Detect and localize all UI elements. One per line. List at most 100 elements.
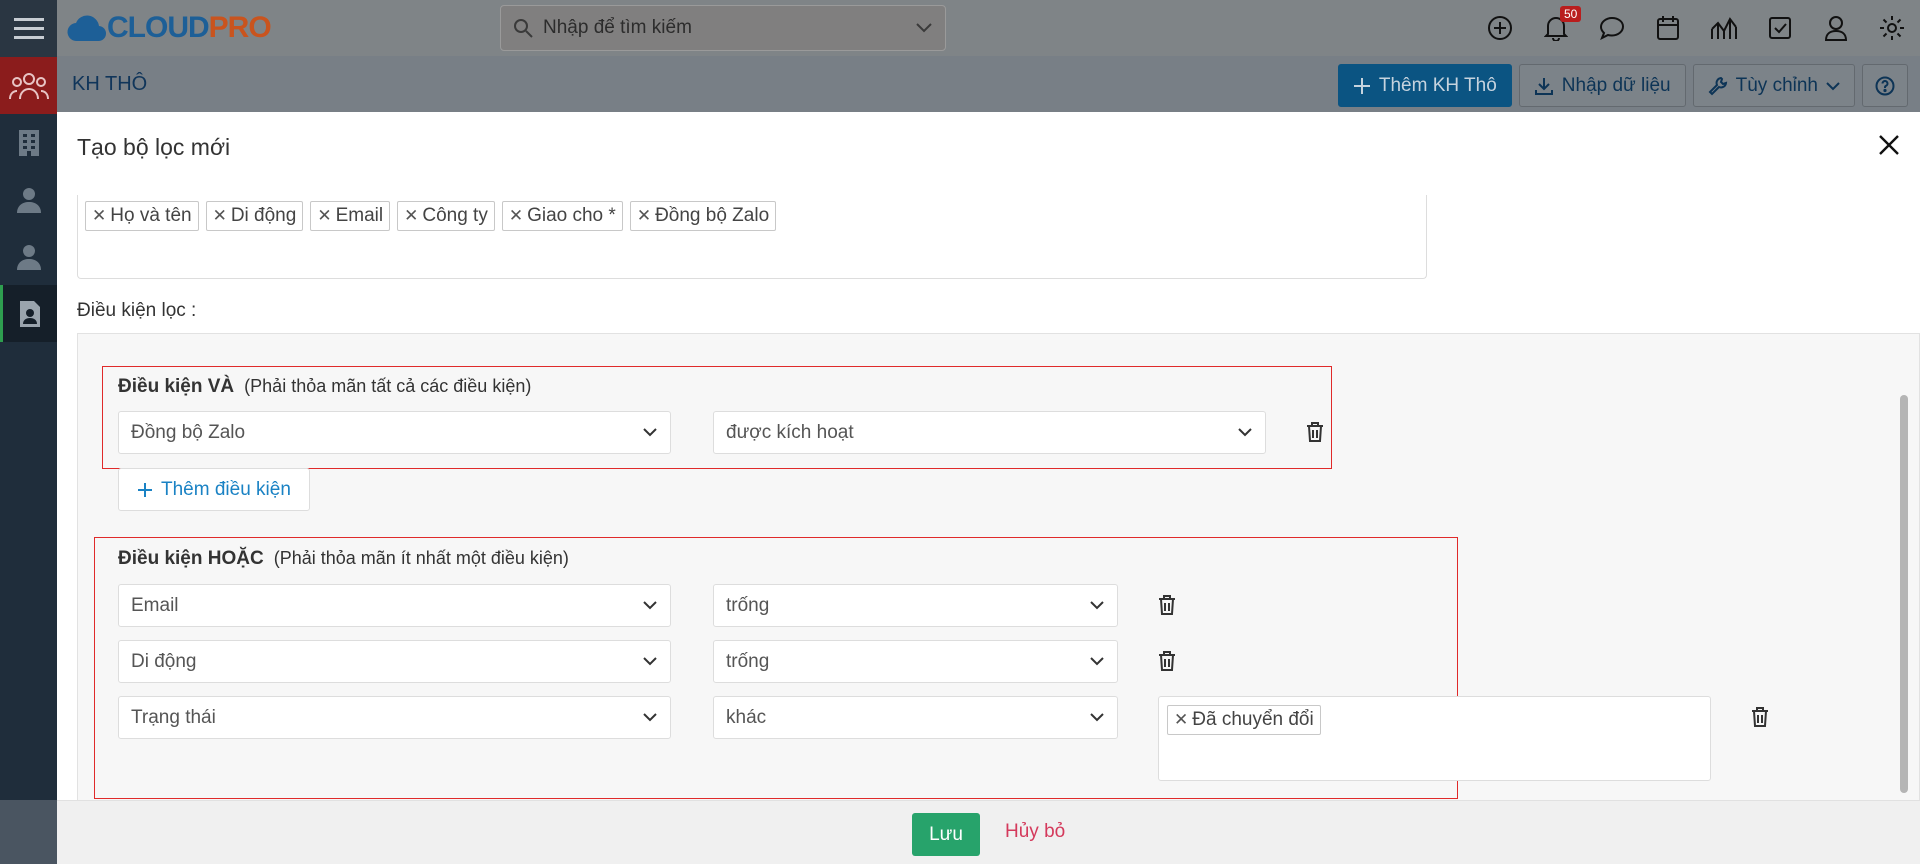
search-icon [514, 19, 533, 38]
or-field-select[interactable]: Email [118, 584, 671, 627]
or-field-select[interactable]: Trạng thái [118, 696, 671, 739]
chevron-down-icon[interactable] [915, 22, 933, 34]
trash-icon [1159, 595, 1175, 615]
close-icon [1879, 135, 1899, 155]
chevron-down-icon [1090, 601, 1104, 610]
chevron-down-icon [1826, 81, 1840, 90]
contact-icon [16, 187, 41, 213]
close-modal-button[interactable] [1878, 134, 1900, 162]
customize-button[interactable]: Tùy chỉnh [1692, 64, 1855, 107]
trash-icon [1307, 422, 1323, 442]
building-icon [18, 129, 39, 156]
help-icon [1875, 76, 1895, 95]
delete-condition-button[interactable] [1158, 595, 1176, 621]
hamburger-menu-button[interactable] [0, 0, 57, 57]
calendar-icon [1657, 16, 1679, 40]
save-button[interactable]: Lưu [912, 813, 980, 856]
modal-body: ✕ Họ và tên ✕ Di động ✕ Email ✕ Công ty ✕ Gia… [57, 195, 1920, 800]
add-raw-customer-button[interactable]: Thêm KH Thô [1337, 64, 1512, 107]
remove-icon[interactable]: ✕ [92, 206, 106, 226]
chat-bubble-icon [1599, 16, 1625, 40]
or-group-title: Điều kiện HOẶC (Phải thỏa mãn ít nhất mộ… [118, 548, 569, 569]
gear-icon [1880, 16, 1904, 40]
profile-button[interactable] [1808, 0, 1864, 56]
modal-title: Tạo bộ lọc mới [77, 133, 231, 160]
chat-button[interactable] [1584, 0, 1640, 56]
sidebar-item-customers[interactable] [0, 57, 57, 114]
cloudpro-logo[interactable]: CLOUDPRO [67, 6, 272, 50]
reports-button[interactable] [1696, 0, 1752, 56]
checkbox-icon [1769, 17, 1791, 39]
users-group-icon [8, 72, 49, 99]
quick-create-button[interactable] [1472, 0, 1528, 56]
plus-icon [1353, 77, 1370, 94]
user-icon [1824, 16, 1848, 41]
remove-icon[interactable]: ✕ [317, 206, 331, 226]
column-chip[interactable]: ✕ Di động [205, 201, 304, 231]
top-toolbar: 50 [1472, 0, 1920, 56]
status-values-input[interactable]: ✕ Đã chuyển đổi [1158, 696, 1711, 781]
remove-icon[interactable]: ✕ [404, 206, 418, 226]
chevron-down-icon [643, 657, 657, 666]
delete-condition-button[interactable] [1306, 422, 1324, 448]
chevron-down-icon [1090, 657, 1104, 666]
remove-icon[interactable]: ✕ [637, 206, 651, 226]
user-icon [16, 244, 41, 270]
remove-icon[interactable]: ✕ [509, 206, 523, 226]
modal-header: Tạo bộ lọc mới [57, 112, 1920, 182]
value-chip[interactable]: ✕ Đã chuyển đổi [1167, 705, 1321, 735]
column-chip[interactable]: ✕ Công ty [397, 201, 495, 231]
sidebar-item-raw-customers[interactable] [0, 285, 57, 342]
modal-footer: Lưu Hủy bỏ [57, 800, 1920, 864]
notifications-button[interactable]: 50 [1528, 0, 1584, 56]
column-chip[interactable]: ✕ Họ và tên [85, 201, 199, 231]
delete-condition-button[interactable] [1158, 651, 1176, 677]
column-chip[interactable]: ✕ Email [310, 201, 391, 231]
plus-icon [138, 482, 152, 497]
module-actions: Thêm KH Thô Nhập dữ liệu Tùy chỉnh [1337, 64, 1908, 107]
logo-text: CLOUDPRO [107, 11, 272, 44]
global-search[interactable] [500, 5, 946, 51]
cancel-link[interactable]: Hủy bỏ [1005, 821, 1065, 843]
help-button[interactable] [1862, 64, 1908, 107]
delete-condition-button[interactable] [1751, 707, 1769, 733]
selected-columns-box[interactable]: ✕ Họ và tên ✕ Di động ✕ Email ✕ Công ty ✕ Gia… [77, 195, 1427, 279]
remove-icon[interactable]: ✕ [213, 206, 227, 226]
or-operator-select[interactable]: trống [713, 640, 1118, 683]
import-data-button[interactable]: Nhập dữ liệu [1518, 64, 1686, 107]
menu-icon [13, 17, 44, 39]
chart-line-icon [1711, 17, 1737, 39]
chevron-down-icon [643, 601, 657, 610]
and-field-select[interactable]: Đồng bộ Zalo [118, 411, 671, 454]
modal-scrollbar[interactable] [1900, 395, 1908, 793]
search-input[interactable] [543, 17, 915, 39]
trash-icon [1752, 707, 1768, 727]
and-group-title: Điều kiện VÀ (Phải thỏa mãn tất cả các đ… [118, 376, 532, 397]
notification-badge: 50 [1560, 6, 1582, 22]
chevron-down-icon [643, 713, 657, 722]
sidebar-item-contacts[interactable] [0, 171, 57, 228]
settings-button[interactable] [1864, 0, 1920, 56]
create-filter-modal: Tạo bộ lọc mới ✕ Họ và tên ✕ Di động ✕ Emai… [57, 112, 1920, 864]
add-condition-button[interactable]: Thêm điều kiện [118, 468, 310, 511]
chevron-down-icon [643, 428, 657, 437]
conditions-area: Điều kiện VÀ (Phải thỏa mãn tất cả các đ… [77, 333, 1920, 800]
page-title: KH THÔ [72, 73, 148, 95]
and-operator-select[interactable]: được kích hoạt [713, 411, 1266, 454]
sidebar-item-leads[interactable] [0, 228, 57, 285]
column-chip[interactable]: ✕ Đồng bộ Zalo [629, 201, 777, 231]
calendar-button[interactable] [1640, 0, 1696, 56]
remove-icon[interactable]: ✕ [1174, 710, 1188, 730]
sidebar-footer [0, 800, 57, 864]
wrench-icon [1708, 76, 1727, 95]
cloud-icon [67, 15, 107, 42]
download-icon [1534, 77, 1553, 95]
tasks-button[interactable] [1752, 0, 1808, 56]
or-field-select[interactable]: Di động [118, 640, 671, 683]
trash-icon [1159, 651, 1175, 671]
chevron-down-icon [1238, 428, 1252, 437]
sidebar-item-companies[interactable] [0, 114, 57, 171]
or-operator-select[interactable]: khác [713, 696, 1118, 739]
or-operator-select[interactable]: trống [713, 584, 1118, 627]
column-chip[interactable]: ✕ Giao cho * [501, 201, 623, 231]
